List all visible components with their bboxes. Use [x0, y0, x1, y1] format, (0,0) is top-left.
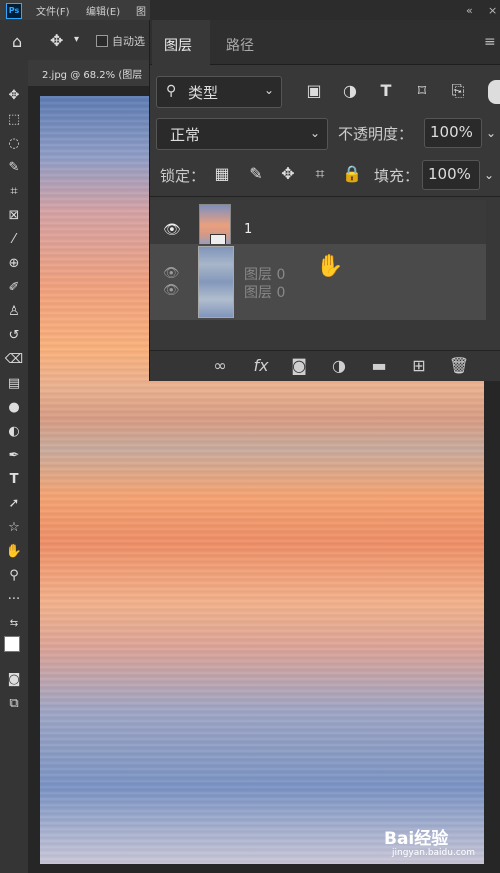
chevron-down-icon[interactable]: ▾ — [74, 34, 79, 45]
hand-tool-icon[interactable]: ✋ — [4, 542, 24, 562]
baidu-watermark-logo: Bai经验 — [384, 829, 449, 849]
panel-title-strip — [150, 0, 500, 20]
shape-tool-icon[interactable]: ☆ — [4, 518, 24, 538]
tab-layers[interactable]: 图层 — [164, 35, 192, 55]
eyedropper-tool-icon[interactable]: ⁄ — [4, 230, 24, 250]
menu-image[interactable]: 图 — [136, 3, 146, 18]
watermark-url: jingyan.baidu.com — [392, 848, 476, 858]
menu-edit[interactable]: 编辑(E) — [86, 3, 120, 18]
smart-object-filter-icon[interactable]: ⎘ — [448, 81, 468, 101]
lock-artboard-icon[interactable]: ⌗ — [310, 164, 330, 184]
search-icon: ⚲ — [166, 83, 177, 99]
fill-label: 填充： — [374, 167, 420, 185]
fill-value: 100% — [428, 165, 471, 183]
grab-cursor-icon: ✋ — [316, 254, 344, 279]
panel-menu-icon[interactable]: ≡ — [484, 34, 496, 50]
new-layer-icon[interactable]: ⊞ — [408, 356, 430, 375]
fx-icon[interactable]: fx — [250, 356, 272, 375]
chevron-down-icon: ⌄ — [310, 126, 321, 140]
chevron-down-icon: ⌄ — [264, 83, 275, 97]
tools-panel: ✥ ⬚ ◌ ✎ ⌗ ⊠ ⁄ ⊕ ✐ ♙ ↺ ⌫ ▤ ● ◐ ✒ T ➚ ☆ ✋ … — [0, 60, 29, 873]
tab-paths[interactable]: 路径 — [226, 35, 254, 55]
path-select-tool-icon[interactable]: ➚ — [4, 494, 24, 514]
pen-tool-icon[interactable]: ✒ — [4, 446, 24, 466]
dodge-tool-icon[interactable]: ◐ — [4, 422, 24, 442]
frame-tool-icon[interactable]: ⊠ — [4, 206, 24, 226]
image-filter-icon[interactable]: ▣ — [304, 81, 324, 100]
type-filter-icon[interactable]: T — [376, 81, 396, 100]
lock-image-icon[interactable]: ✎ — [246, 164, 266, 183]
lock-position-icon[interactable]: ✥ — [278, 164, 298, 183]
home-icon[interactable]: ⌂ — [12, 32, 22, 51]
menu-file[interactable]: 文件(F) — [36, 3, 70, 18]
healing-tool-icon[interactable]: ⊕ — [4, 254, 24, 274]
document-tab[interactable]: 2.jpg @ 68.2% (图层 — [28, 60, 151, 86]
layer-name-ghost: 图层 0 — [244, 285, 286, 301]
filter-kind-label: 类型 — [188, 84, 219, 102]
lock-all-icon[interactable]: 🔒 — [342, 164, 362, 183]
visibility-eye-icon[interactable]: 👁 — [163, 266, 180, 281]
stamp-tool-icon[interactable]: ♙ — [4, 302, 24, 322]
collapse-panels-icon[interactable]: « — [466, 4, 473, 17]
chevron-down-icon[interactable]: ⌄ — [484, 168, 494, 182]
visibility-eye-icon[interactable]: 👁 — [163, 283, 180, 298]
document-tab-label: 2.jpg @ 68.2% (图层 — [42, 70, 143, 81]
layer-thumbnail-ghost — [198, 246, 234, 318]
brush-tool-icon[interactable]: ✐ — [4, 278, 24, 298]
screen-mode-icon[interactable]: ⧉ — [4, 694, 24, 714]
photoshop-logo: Ps — [6, 3, 22, 19]
group-folder-icon[interactable]: ▬ — [368, 356, 390, 375]
adjustment-filter-icon[interactable]: ◑ — [340, 81, 360, 100]
quick-mask-icon[interactable]: ◙ — [4, 670, 24, 690]
lasso-tool-icon[interactable]: ◌ — [4, 134, 24, 154]
move-icon[interactable]: ✥ — [50, 31, 63, 50]
layer-name-ghost: 图层 0 — [244, 267, 286, 283]
shape-filter-icon[interactable]: ⌑ — [412, 81, 432, 100]
type-tool-icon[interactable]: T — [4, 470, 24, 490]
visibility-eye-icon[interactable]: 👁 — [163, 222, 181, 238]
quick-select-tool-icon[interactable]: ✎ — [4, 158, 24, 178]
crop-tool-icon[interactable]: ⌗ — [4, 182, 24, 202]
auto-select-checkbox[interactable] — [96, 35, 108, 47]
blend-mode-value: 正常 — [170, 126, 201, 144]
marquee-tool-icon[interactable]: ⬚ — [4, 110, 24, 130]
filter-toggle[interactable] — [488, 80, 500, 104]
chevron-down-icon[interactable]: ⌄ — [486, 126, 496, 140]
opacity-label: 不透明度： — [338, 125, 414, 143]
history-brush-tool-icon[interactable]: ↺ — [4, 326, 24, 346]
layer-name[interactable]: 1 — [244, 222, 252, 237]
mask-icon[interactable]: ◙ — [288, 356, 310, 375]
opacity-value: 100% — [430, 123, 473, 141]
close-icon[interactable]: × — [488, 4, 497, 17]
eraser-tool-icon[interactable]: ⌫ — [4, 350, 24, 370]
zoom-tool-icon[interactable]: ⚲ — [4, 566, 24, 586]
adjustment-layer-icon[interactable]: ◑ — [328, 356, 350, 375]
lock-transparent-icon[interactable]: ▦ — [212, 164, 232, 183]
gradient-tool-icon[interactable]: ▤ — [4, 374, 24, 394]
blur-tool-icon[interactable]: ● — [4, 398, 24, 418]
link-icon[interactable]: ∞ — [209, 356, 231, 375]
auto-select-label: 自动选 — [112, 35, 145, 48]
swap-colors-icon[interactable]: ⇆ — [4, 614, 24, 634]
move-tool-icon[interactable]: ✥ — [4, 86, 24, 106]
trash-icon[interactable]: 🗑 — [448, 356, 470, 375]
layers-empty-area — [150, 320, 486, 350]
lock-label: 锁定： — [160, 167, 206, 185]
foreground-color-swatch[interactable] — [4, 636, 20, 652]
divider — [150, 196, 500, 197]
more-tools-icon[interactable]: ··· — [4, 590, 24, 610]
